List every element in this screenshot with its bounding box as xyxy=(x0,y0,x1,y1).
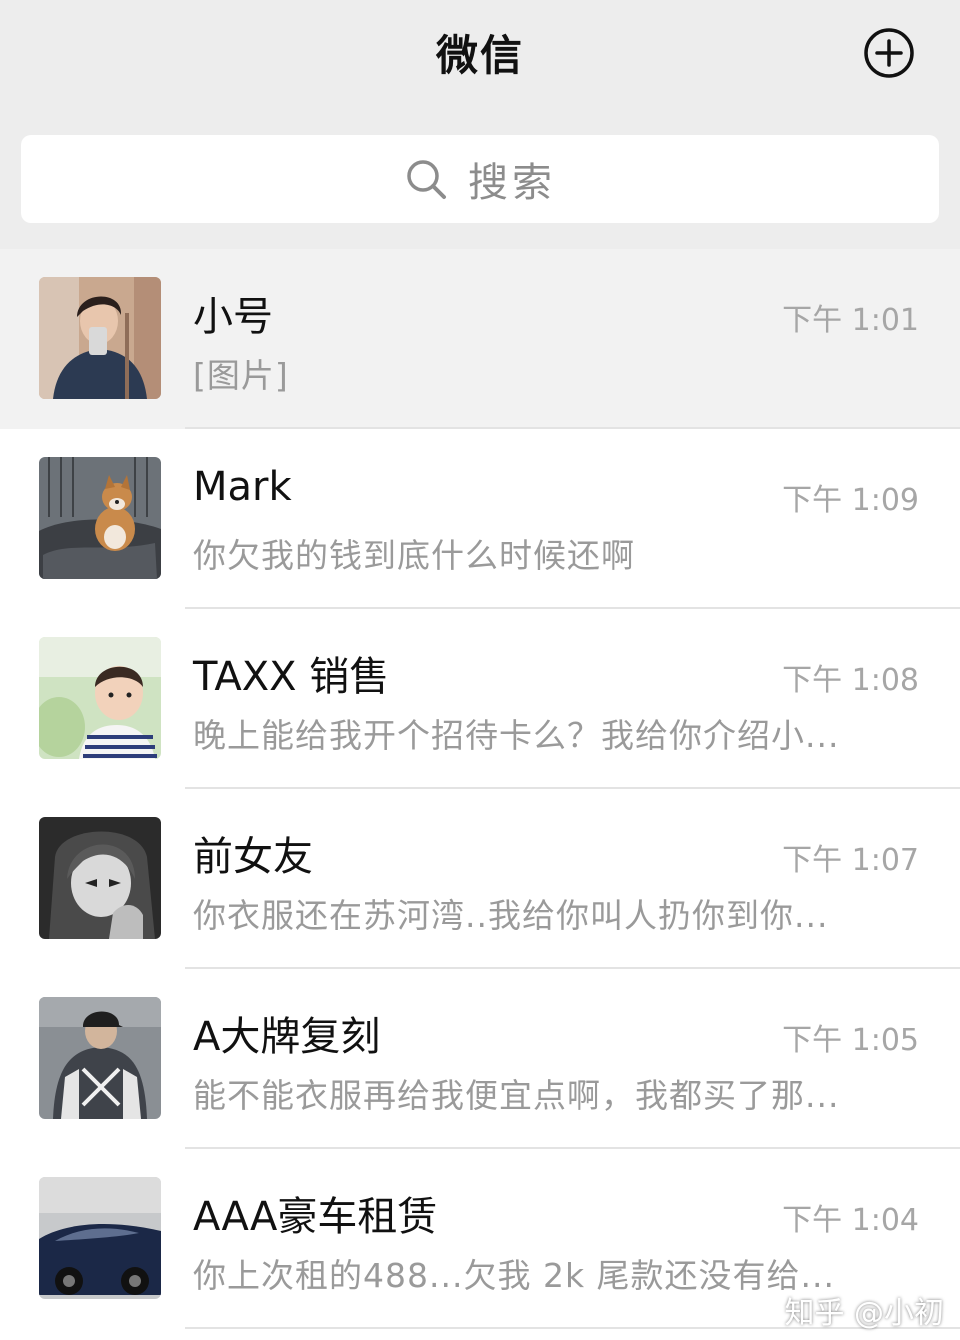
search-bar[interactable]: 搜索 xyxy=(21,135,939,223)
search-placeholder: 搜索 xyxy=(468,160,556,206)
baby-avatar xyxy=(39,637,161,759)
page-title: 微信 xyxy=(435,31,524,80)
chat-preview: 你衣服还在苏河湾..我给你叫人扔你到你... xyxy=(193,896,829,935)
chat-row-replica[interactable]: A大牌复刻 下午 1:05 能不能衣服再给我便宜点啊，我都买了那... xyxy=(0,969,960,1149)
chat-name: A大牌复刻 xyxy=(193,1014,381,1060)
chat-row-taxx[interactable]: TAXX 销售 下午 1:08 晚上能给我开个招待卡么？我给你介绍小... xyxy=(0,609,960,789)
shiba-dog-avatar xyxy=(39,457,161,579)
top-bar: 微信 搜索 xyxy=(0,0,960,250)
watermark: 知乎 @小初 xyxy=(784,1296,944,1331)
chat-list: 小号 下午 1:01 [图片] Mark 下午 1:09 你欠我的钱到底什么时候… xyxy=(0,249,960,1340)
chat-name: TAXX 销售 xyxy=(193,654,390,700)
chat-time: 下午 1:09 xyxy=(782,483,919,518)
chat-name: 小号 xyxy=(193,294,273,340)
chat-preview: 你欠我的钱到底什么时候还啊 xyxy=(193,536,635,575)
chat-preview: 晚上能给我开个招待卡么？我给你介绍小... xyxy=(193,716,840,755)
chat-name: Mark xyxy=(193,464,292,510)
chat-time: 下午 1:08 xyxy=(782,663,919,698)
chat-preview: 能不能衣服再给我便宜点啊，我都买了那... xyxy=(193,1076,840,1115)
chat-time: 下午 1:04 xyxy=(782,1203,919,1238)
chat-time: 下午 1:05 xyxy=(782,1023,919,1058)
selfie-man-avatar xyxy=(39,277,161,399)
anime-girl-avatar xyxy=(39,817,161,939)
chat-preview: [图片] xyxy=(193,356,289,395)
chat-name: 前女友 xyxy=(193,834,313,880)
chat-time: 下午 1:01 xyxy=(782,303,919,338)
search-icon xyxy=(407,160,446,199)
chat-row-ex-girlfriend[interactable]: 前女友 下午 1:07 你衣服还在苏河湾..我给你叫人扔你到你... xyxy=(0,789,960,969)
chat-name: AAA豪车租赁 xyxy=(193,1194,438,1240)
chat-time: 下午 1:07 xyxy=(782,843,919,878)
chat-row-mark[interactable]: Mark 下午 1:09 你欠我的钱到底什么时候还啊 xyxy=(0,429,960,609)
plus-circle-icon[interactable] xyxy=(862,26,916,80)
man-back-avatar xyxy=(39,997,161,1119)
sports-car-avatar xyxy=(39,1177,161,1299)
chat-row-xiaohao[interactable]: 小号 下午 1:01 [图片] xyxy=(0,249,960,429)
